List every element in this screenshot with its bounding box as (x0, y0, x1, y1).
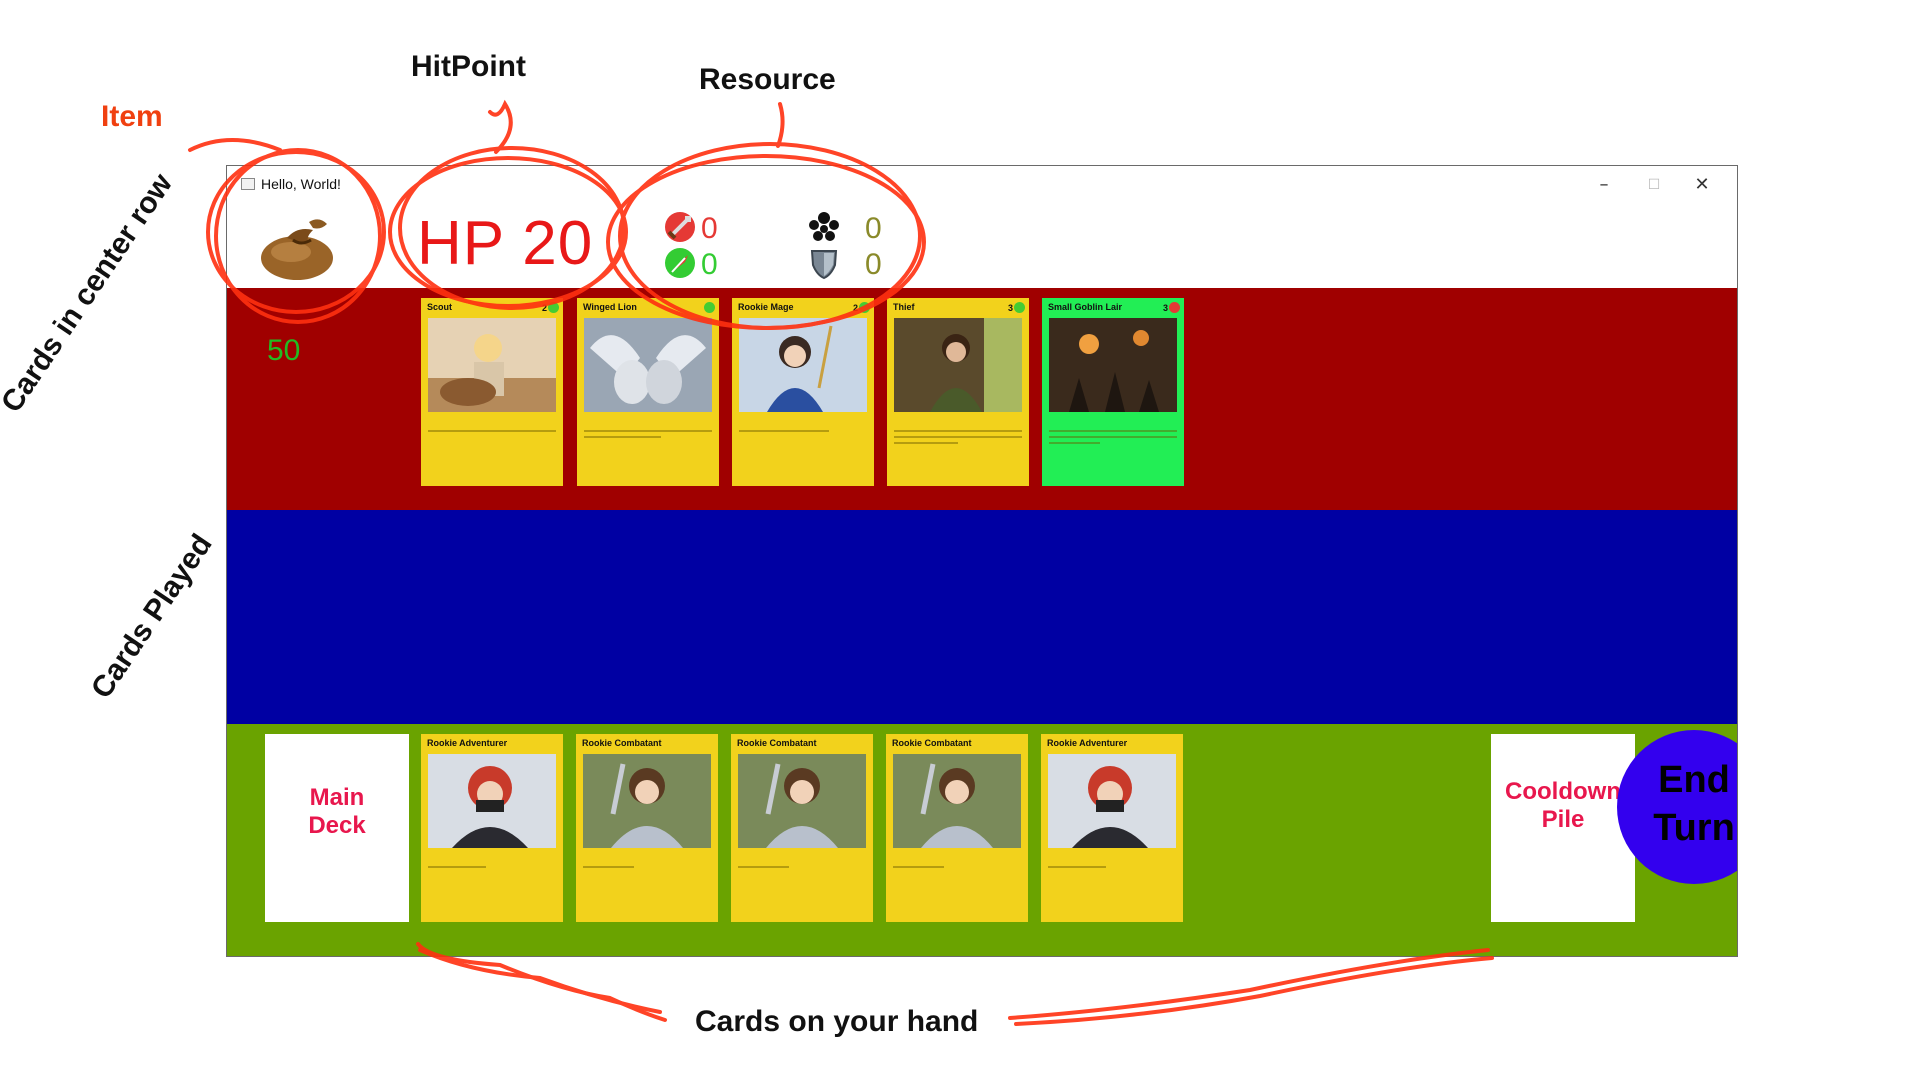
sword-icon (665, 212, 695, 242)
game-window: Hello, World! – ☐ ✕ HP 20 0 0 0 0 50 Sco… (226, 165, 1738, 957)
cooldown-pile[interactable]: Cooldown Pile (1491, 734, 1635, 922)
shield-icon (810, 250, 838, 280)
card-art-image (1049, 318, 1177, 412)
hand-card[interactable]: Rookie Combatant (576, 734, 718, 922)
cost-icon (548, 302, 559, 313)
card-art-image (894, 318, 1022, 412)
card-description (428, 430, 556, 433)
end-turn-label-line1: End (1658, 759, 1730, 801)
main-deck[interactable]: Main Deck (265, 734, 409, 922)
card-description (583, 866, 711, 869)
played-cards-row (227, 510, 1737, 724)
card-art-image (738, 754, 866, 848)
card-name: Rookie Adventurer (1047, 738, 1128, 748)
end-turn-label-line2: Turn (1653, 807, 1735, 849)
card-art-image (1048, 754, 1176, 848)
minimize-button[interactable]: – (1581, 170, 1627, 200)
gold-amount: 50 (267, 334, 301, 367)
card-description (1048, 866, 1176, 869)
cost-icon (704, 302, 715, 313)
card-art-image (893, 754, 1021, 848)
window-title: Hello, World! (261, 176, 341, 192)
card-cost: 2 (541, 303, 547, 313)
card-description (894, 430, 1022, 444)
annotation-hand-label: Cards on your hand (695, 1005, 979, 1038)
card-description (1049, 430, 1177, 444)
card-cost: 3 (1162, 303, 1168, 313)
cooldown-pile-label-line2: Pile (1541, 806, 1585, 833)
attack-value: 0 (701, 212, 718, 245)
cost-icon (1169, 302, 1180, 313)
card-name: Winged Lion (583, 302, 637, 312)
annotation-resource-label: Resource (699, 63, 836, 96)
card-art-image (583, 754, 711, 848)
center-card-location[interactable]: Small Goblin Lair 3 (1042, 298, 1184, 486)
card-description (893, 866, 1021, 869)
card-description (428, 866, 556, 869)
card-name: Rookie Combatant (582, 738, 662, 748)
hand-card[interactable]: Rookie Combatant (731, 734, 873, 922)
center-card[interactable]: Winged Lion (577, 298, 719, 486)
close-button[interactable]: ✕ (1679, 170, 1725, 200)
hand-row: Main Deck Rookie Adventurer Rookie Comba… (227, 724, 1737, 956)
annotation-center-row-label: Cards in center row (0, 167, 179, 419)
money-bag-icon[interactable] (257, 212, 337, 282)
app-icon (241, 178, 255, 190)
card-name: Rookie Combatant (892, 738, 972, 748)
hand-card[interactable]: Rookie Adventurer (1041, 734, 1183, 922)
annotation-hitpoint-label: HitPoint (411, 50, 526, 83)
card-art-image (739, 318, 867, 412)
card-description (738, 866, 866, 869)
annotation-played-label: Cards Played (85, 528, 219, 705)
hand-card[interactable]: Rookie Adventurer (421, 734, 563, 922)
cost-icon (859, 302, 870, 313)
card-name: Rookie Adventurer (427, 738, 508, 748)
hitpoint-display: HP 20 (417, 209, 594, 278)
card-art-image (428, 318, 556, 412)
center-card[interactable]: Thief 3 (887, 298, 1029, 486)
main-deck-label-line2: Deck (308, 812, 366, 839)
card-name: Scout (427, 302, 453, 312)
card-name: Rookie Combatant (737, 738, 817, 748)
card-description (584, 430, 712, 438)
explore-value: 0 (701, 248, 718, 281)
end-turn-button[interactable]: End Turn (1617, 730, 1737, 884)
center-card[interactable]: Scout 2 (421, 298, 563, 486)
hand-annotation-stroke-right (1008, 948, 1490, 1020)
compass-icon (665, 248, 695, 278)
cost-icon (1014, 302, 1025, 313)
card-name: Rookie Mage (738, 302, 794, 312)
card-art-image (428, 754, 556, 848)
center-row: Scout 2 Winged Lion Rookie Mage 2 Thief … (227, 288, 1737, 510)
shield-value: 0 (865, 248, 882, 281)
maximize-button[interactable]: ☐ (1631, 170, 1677, 200)
card-cost: 3 (1007, 303, 1013, 313)
cooldown-pile-label-line1: Cooldown (1505, 778, 1621, 805)
card-art-image (584, 318, 712, 412)
annotation-item-label: Item (101, 100, 163, 133)
card-name: Thief (893, 302, 915, 312)
card-description (739, 430, 867, 433)
hand-card[interactable]: Rookie Combatant (886, 734, 1028, 922)
center-card[interactable]: Rookie Mage 2 (732, 298, 874, 486)
main-deck-label-line1: Main (309, 784, 365, 811)
hud-bar: HP 20 0 0 0 0 (227, 204, 1737, 288)
card-cost: 2 (852, 303, 858, 313)
people-icon (809, 212, 839, 241)
people-value: 0 (865, 212, 882, 245)
title-bar: Hello, World! – ☐ ✕ (227, 166, 1737, 204)
card-name: Small Goblin Lair (1048, 302, 1123, 312)
